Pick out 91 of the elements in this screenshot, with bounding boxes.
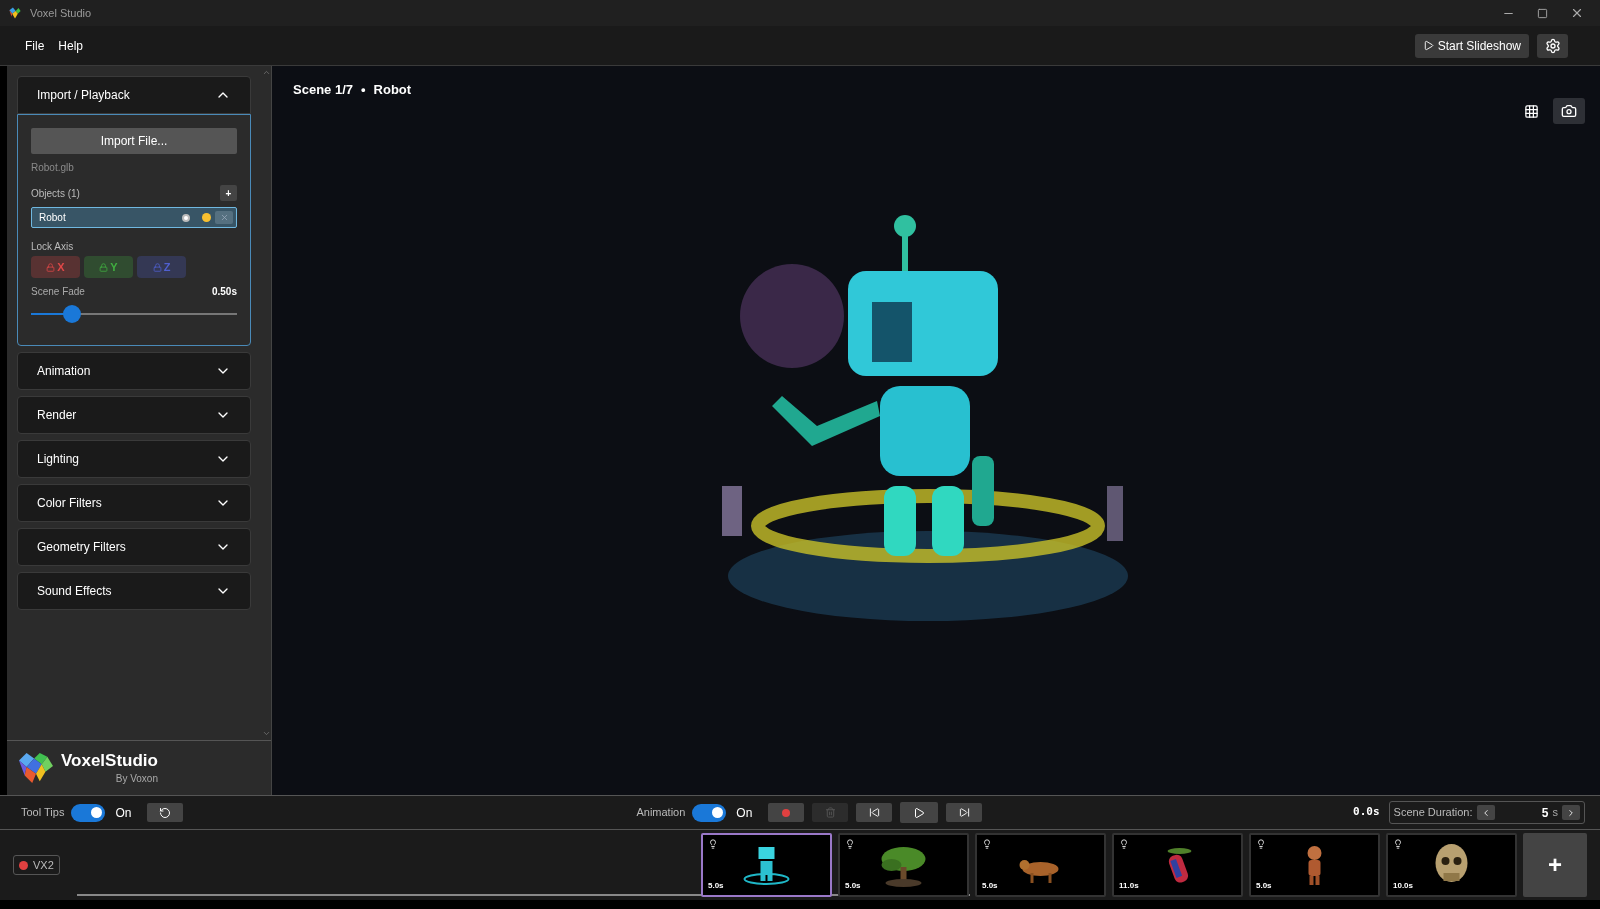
separator-dot: • bbox=[361, 81, 366, 99]
camera-icon bbox=[1561, 103, 1577, 119]
accordion-header[interactable]: Sound Effects bbox=[17, 572, 251, 610]
visibility-icon[interactable] bbox=[182, 213, 190, 222]
object-row[interactable]: Robot bbox=[31, 207, 237, 228]
scene-duration: 11.0s bbox=[1119, 880, 1139, 892]
skip-back-icon bbox=[868, 807, 880, 818]
accordion-header[interactable]: Import / Playback bbox=[17, 76, 251, 114]
logo-icon bbox=[17, 751, 55, 785]
add-scene-button[interactable]: + bbox=[1523, 833, 1587, 897]
accordion-header[interactable]: Render bbox=[17, 396, 251, 434]
objects-label: Objects (1) bbox=[31, 186, 81, 201]
record-icon bbox=[782, 808, 791, 817]
accordion-header[interactable]: Lighting bbox=[17, 440, 251, 478]
grid-icon bbox=[1523, 103, 1539, 119]
axis-label: Y bbox=[110, 259, 118, 275]
play-button[interactable] bbox=[900, 802, 939, 823]
scene-duration-label: Scene Duration: bbox=[1393, 805, 1473, 821]
scene-duration-value: 5 bbox=[1540, 804, 1549, 822]
light-icon[interactable] bbox=[708, 839, 718, 849]
device-badge[interactable]: VX2 bbox=[13, 855, 60, 875]
decrease-button[interactable] bbox=[1476, 805, 1495, 820]
import-file-button[interactable]: Import File... bbox=[31, 128, 237, 154]
object-name: Robot bbox=[39, 211, 67, 225]
trash-icon bbox=[824, 807, 836, 818]
scene-duration: 5.0s bbox=[845, 880, 861, 892]
close-icon[interactable] bbox=[1570, 6, 1584, 20]
scene-thumbnail[interactable]: 11.0s bbox=[1112, 833, 1243, 897]
next-button[interactable] bbox=[946, 803, 983, 822]
app-logo-icon bbox=[8, 6, 22, 20]
scene-duration: 10.0s bbox=[1393, 880, 1414, 892]
tool-tips-label: Tool Tips bbox=[21, 805, 65, 821]
scene-thumbnail[interactable]: 5.0s bbox=[701, 833, 832, 897]
toggle-switch[interactable] bbox=[692, 803, 727, 822]
start-slideshow-button[interactable]: Start Slideshow bbox=[1414, 33, 1529, 58]
light-icon[interactable] bbox=[845, 839, 855, 849]
logo-name: VoxelStudio bbox=[61, 750, 158, 771]
animation-label: Animation bbox=[636, 805, 686, 821]
light-icon[interactable] bbox=[1256, 839, 1266, 849]
reset-button[interactable] bbox=[147, 803, 184, 822]
scene-fade-value: 0.50s bbox=[211, 285, 237, 299]
close-icon bbox=[219, 213, 229, 222]
scene-object-name: Robot bbox=[373, 81, 412, 99]
accordion-header[interactable]: Color Filters bbox=[17, 484, 251, 522]
current-time: 0.0s bbox=[1353, 804, 1380, 821]
screenshot-button[interactable] bbox=[1553, 98, 1585, 124]
settings-button[interactable] bbox=[1537, 33, 1568, 58]
scene-duration: 5.0s bbox=[1256, 880, 1272, 892]
axis-label: Z bbox=[163, 259, 171, 275]
record-button[interactable] bbox=[768, 803, 805, 822]
scene-thumbnail[interactable]: 5.0s bbox=[1249, 833, 1380, 897]
scene-thumbnail[interactable]: 10.0s bbox=[1386, 833, 1517, 897]
light-icon[interactable] bbox=[202, 213, 211, 222]
light-icon[interactable] bbox=[982, 839, 992, 849]
menu-item[interactable]: Help bbox=[51, 36, 91, 55]
duration-unit: s bbox=[1552, 805, 1558, 821]
light-icon[interactable] bbox=[1119, 839, 1129, 849]
scene-duration-control[interactable]: Scene Duration: 5 s bbox=[1388, 801, 1585, 824]
increase-button[interactable] bbox=[1562, 805, 1580, 820]
play-icon bbox=[1422, 40, 1434, 51]
scene-duration: 5.0s bbox=[982, 880, 998, 892]
axis-label: X bbox=[57, 259, 65, 275]
lock-icon bbox=[46, 262, 56, 272]
device-name: VX2 bbox=[33, 857, 54, 873]
lock-axis-label: Lock Axis bbox=[31, 240, 75, 254]
skip-forward-icon bbox=[958, 807, 970, 818]
maximize-icon[interactable] bbox=[1537, 7, 1548, 19]
accordion-header[interactable]: Animation bbox=[17, 352, 251, 390]
logo-byline: By Voxon bbox=[115, 771, 158, 786]
scene-number: Scene 1/7 bbox=[293, 81, 353, 99]
scene-duration: 5.0s bbox=[708, 880, 724, 892]
lock-icon bbox=[99, 262, 109, 272]
scene-thumbnail[interactable]: 5.0s bbox=[838, 833, 969, 897]
scene-thumbnail[interactable]: 5.0s bbox=[975, 833, 1106, 897]
file-name: Robot.glb bbox=[31, 161, 75, 175]
animation-state: On bbox=[736, 804, 753, 822]
tool-tips-state: On bbox=[115, 804, 132, 822]
slider-thumb[interactable] bbox=[63, 305, 82, 323]
scene-fade-label: Scene Fade bbox=[31, 285, 86, 299]
accordion-header[interactable]: Geometry Filters bbox=[17, 528, 251, 566]
reset-icon bbox=[159, 806, 172, 819]
add-object-button[interactable]: + bbox=[220, 185, 237, 201]
lock-icon bbox=[152, 262, 162, 272]
play-icon bbox=[913, 806, 926, 819]
menu-item[interactable]: File bbox=[18, 36, 52, 55]
previous-button[interactable] bbox=[856, 803, 893, 822]
scene-fade-slider[interactable] bbox=[31, 305, 237, 323]
window-title: Voxel Studio bbox=[30, 5, 92, 21]
light-icon[interactable] bbox=[1393, 839, 1403, 849]
settings-icon bbox=[1544, 37, 1561, 54]
toggle-switch[interactable] bbox=[71, 803, 106, 822]
